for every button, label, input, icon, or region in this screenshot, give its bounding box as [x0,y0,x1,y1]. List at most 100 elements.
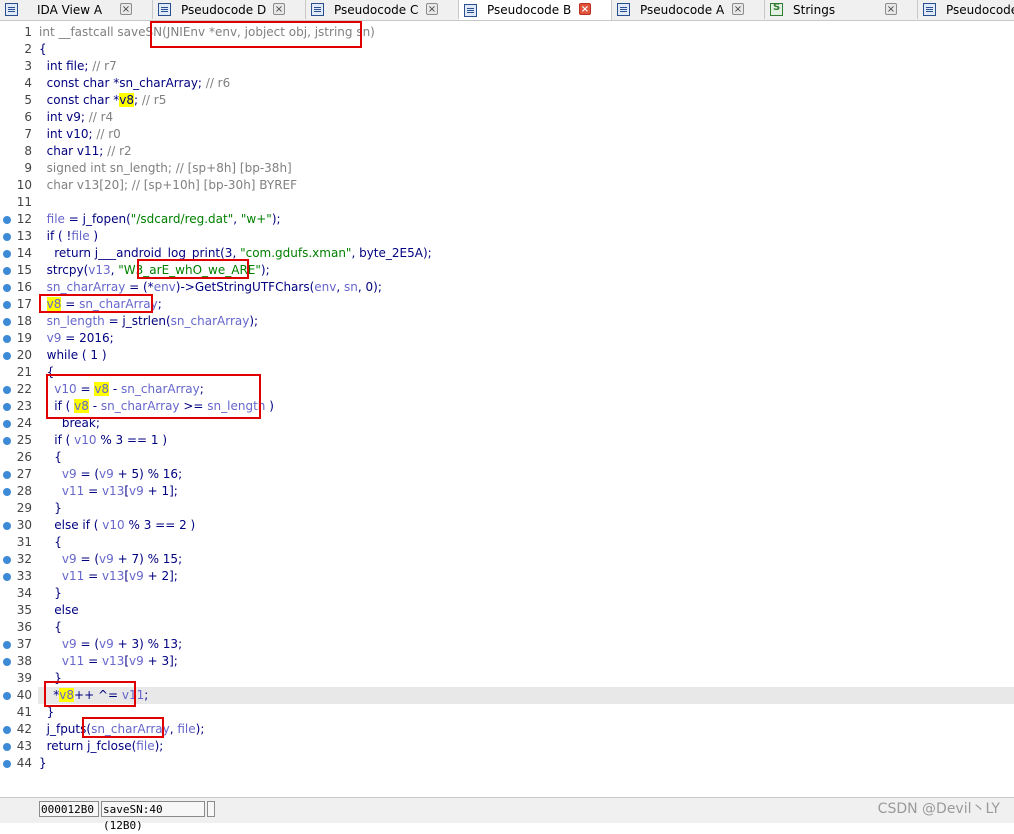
tab-bar: IDA View A × Pseudocode D × Pseudocode C × Pse… [0,0,1014,21]
code-line[interactable]: v9 = (v9 + 5) % 16; [39,466,182,483]
tab-label: Pseudocode C [334,2,419,17]
list-icon [5,3,18,16]
breakpoint-dot-icon[interactable] [3,335,11,343]
line-number: 11 [16,195,32,209]
breakpoint-dot-icon[interactable] [3,556,11,564]
breakpoint-dot-icon[interactable] [3,522,11,530]
tab-label: Pseudocode A [640,2,725,17]
breakpoint-dot-icon[interactable] [3,318,11,326]
code-line[interactable]: if ( !file ) [39,228,98,245]
code-line[interactable]: v11 = v13[v9 + 3]; [39,653,178,670]
code-line[interactable]: sn_length = j_strlen(sn_charArray); [39,313,258,330]
breakpoint-dot-icon[interactable] [3,301,11,309]
list-icon [923,3,936,16]
code-line[interactable]: const char *v8; // r5 [39,92,166,109]
close-icon[interactable]: × [120,3,132,15]
breakpoint-dot-icon[interactable] [3,216,11,224]
status-empty-field [207,801,215,817]
code-line[interactable]: char v13[20]; // [sp+10h] [bp-30h] BYREF [39,177,297,194]
code-line[interactable]: { [39,41,47,58]
breakpoint-dot-icon[interactable] [3,726,11,734]
breakpoint-dot-icon[interactable] [3,471,11,479]
code-line[interactable]: int file; // r7 [39,58,117,75]
tab-pseudocode[interactable]: Pseudocode [918,0,1014,19]
close-icon[interactable]: × [426,3,438,15]
tab-label: IDA View A [37,2,103,17]
code-line[interactable]: while ( 1 ) [39,347,107,364]
line-number: 35 [16,603,32,617]
breakpoint-dot-icon[interactable] [3,250,11,258]
annotation-box-signature [150,21,362,48]
code-line[interactable]: { [39,619,62,636]
list-icon [158,3,171,16]
breakpoint-dot-icon[interactable] [3,420,11,428]
code-line[interactable]: else [39,602,78,619]
code-line[interactable]: signed int sn_length; // [sp+8h] [bp-38h… [39,160,292,177]
code-line[interactable]: v9 = 2016; [39,330,114,347]
breakpoint-dot-icon[interactable] [3,386,11,394]
tab-strings[interactable]: Strings × [765,0,918,19]
breakpoint-dot-icon[interactable] [3,573,11,581]
status-location: saveSN:40 (12B0) [101,801,205,832]
list-icon [617,3,630,16]
tab-pseudocode-c[interactable]: Pseudocode C × [306,0,459,19]
tab-label: Strings [793,2,836,17]
line-number: 6 [24,110,32,124]
code-line[interactable]: else if ( v10 % 3 == 2 ) [39,517,195,534]
line-gutter[interactable]: 1 2 3 4 5 6 7 8 9 10 11 12 13 14 15 16 17 18 19 20 21 22 23 24 2… [0,21,36,797]
code-line[interactable]: *v8++ ^= v11; [38,687,1014,704]
line-number: 8 [24,144,32,158]
tab-pseudocode-d[interactable]: Pseudocode D × [153,0,306,19]
close-icon[interactable]: × [579,3,591,15]
code-line[interactable]: v9 = (v9 + 7) % 15; [39,551,182,568]
line-number: 3 [24,59,32,73]
code-line[interactable]: } [39,585,62,602]
line-number: 26 [16,450,32,464]
code-line[interactable]: const char *sn_charArray; // r6 [39,75,231,92]
code-line[interactable]: v11 = v13[v9 + 2]; [39,568,178,585]
tab-ida-view-a[interactable]: IDA View A × [0,0,153,19]
annotation-box-xor [44,681,136,707]
close-icon[interactable]: × [732,3,744,15]
code-line[interactable]: return j_fclose(file); [39,738,164,755]
code-line[interactable]: v11 = v13[v9 + 1]; [39,483,178,500]
annotation-box-key-string [137,259,249,279]
breakpoint-dot-icon[interactable] [3,658,11,666]
breakpoint-dot-icon[interactable] [3,692,11,700]
code-line[interactable]: if ( v10 % 3 == 1 ) [39,432,167,449]
breakpoint-dot-icon[interactable] [3,760,11,768]
annotation-box-v8-assign [39,294,153,313]
breakpoint-dot-icon[interactable] [3,743,11,751]
tab-label: Pseudocode [946,2,1014,17]
line-number: 41 [16,705,32,719]
code-line[interactable]: file = j_fopen("/sdcard/reg.dat", "w+"); [39,211,281,228]
code-line[interactable]: { [39,534,62,551]
close-icon[interactable]: × [885,3,897,15]
breakpoint-dot-icon[interactable] [3,267,11,275]
code-line[interactable]: { [39,449,62,466]
code-line[interactable]: char v11; // r2 [39,143,132,160]
line-number: 39 [16,671,32,685]
breakpoint-dot-icon[interactable] [3,284,11,292]
breakpoint-dot-icon[interactable] [3,233,11,241]
breakpoint-dot-icon[interactable] [3,403,11,411]
code-line[interactable]: v9 = (v9 + 3) % 13; [39,636,182,653]
annotation-box-loop-condition [46,374,261,419]
tab-pseudocode-b[interactable]: Pseudocode B × [459,0,612,20]
watermark: CSDN @Devil丶LY [877,801,1000,817]
tab-pseudocode-a[interactable]: Pseudocode A × [612,0,765,19]
list-icon [311,3,324,16]
breakpoint-dot-icon[interactable] [3,488,11,496]
status-address: 000012B0 [39,801,99,817]
breakpoint-dot-icon[interactable] [3,352,11,360]
pseudocode-view[interactable]: 1 2 3 4 5 6 7 8 9 10 11 12 13 14 15 16 17 18 19 20 21 22 23 24 2… [0,21,1014,797]
line-number: 31 [16,535,32,549]
breakpoint-dot-icon[interactable] [3,437,11,445]
code-line[interactable]: int v9; // r4 [39,109,114,126]
close-icon[interactable]: × [273,3,285,15]
line-number: 2 [24,42,32,56]
breakpoint-dot-icon[interactable] [3,641,11,649]
code-line[interactable]: int v10; // r0 [39,126,121,143]
code-line[interactable]: } [39,500,62,517]
code-line[interactable]: } [39,755,47,772]
